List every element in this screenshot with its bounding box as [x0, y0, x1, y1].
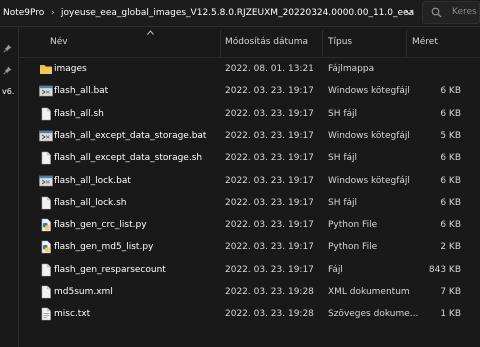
- file-modified-date: 2022. 08. 01. 13:21: [225, 64, 314, 74]
- file-size: 6 KB: [440, 175, 461, 186]
- file-icon: [39, 107, 53, 121]
- file-size: 843 KB: [428, 264, 461, 275]
- file-type: Szöveges dokume...: [328, 309, 419, 320]
- file-size: 6 KB: [440, 153, 461, 164]
- file-size: 5 KB: [440, 130, 461, 141]
- file-row[interactable]: flash_gen_resparsecount 2022. 03. 23. 19:…: [19, 259, 480, 281]
- file-name: md5sum.xml: [54, 287, 113, 297]
- sort-ascending-icon: [147, 30, 154, 35]
- search-input[interactable]: Keres: [422, 1, 480, 24]
- file-modified-date: 2022. 03. 23. 19:17: [225, 130, 314, 141]
- address-bar[interactable]: Note9Pro › joyeuse_eea_global_images_V12…: [0, 0, 480, 27]
- file-row[interactable]: flash_all.bat 2022. 03. 23. 19:17 Windows …: [19, 80, 480, 102]
- file-modified-date: 2022. 03. 23. 19:28: [225, 287, 314, 297]
- file-name: flash_all_lock.bat: [54, 175, 131, 186]
- file-modified-date: 2022. 03. 23. 19:17: [225, 264, 314, 275]
- file-modified-date: 2022. 03. 23. 19:17: [225, 220, 314, 231]
- file-type: Windows kötegfájl: [328, 175, 410, 186]
- column-separator[interactable]: [406, 30, 407, 57]
- file-row[interactable]: flash_all.sh 2022. 03. 23. 19:17 SH fájl 6 …: [19, 103, 480, 125]
- pin-icon: [3, 66, 12, 75]
- file-icon: [39, 263, 53, 277]
- batch-file-icon: [39, 129, 53, 143]
- file-type: SH fájl: [328, 108, 358, 119]
- pin-icon: [3, 44, 12, 53]
- file-name: images: [54, 64, 87, 74]
- file-row[interactable]: flash_gen_crc_list.py 2022. 03. 23. 19:17…: [19, 214, 480, 236]
- text-file-icon: [39, 307, 53, 321]
- file-row[interactable]: flash_all_lock.sh 2022. 03. 23. 19:17 SH f…: [19, 192, 480, 214]
- file-name: flash_all_except_data_storage.sh: [54, 153, 203, 164]
- file-type: Fájl: [328, 264, 343, 275]
- folder-icon: [39, 62, 53, 76]
- nav-item-label[interactable]: v6.: [2, 87, 14, 96]
- file-modified-date: 2022. 03. 23. 19:28: [225, 309, 314, 320]
- file-modified-date: 2022. 03. 23. 19:17: [225, 197, 314, 208]
- file-type: XML dokumentum: [328, 287, 410, 297]
- file-row[interactable]: misc.txt 2022. 03. 23. 19:28 Szöveges doku…: [19, 303, 480, 325]
- file-row[interactable]: flash_all_lock.bat 2022. 03. 23. 19:17 Win…: [19, 170, 480, 192]
- file-type: Python File: [328, 242, 378, 253]
- file-icon: [39, 151, 53, 165]
- navigation-pane[interactable]: v6.: [0, 27, 18, 347]
- file-modified-date: 2022. 03. 23. 19:17: [225, 242, 314, 253]
- file-type: Windows kötegfájl: [328, 86, 410, 97]
- breadcrumb-separator-icon: ›: [51, 8, 55, 18]
- file-type: Fájlmappa: [328, 64, 375, 74]
- file-type: Python File: [328, 220, 378, 231]
- file-row[interactable]: images 2022. 08. 01. 13:21 Fájlmappa: [19, 58, 480, 80]
- file-name: flash_gen_resparsecount: [54, 264, 166, 275]
- file-name: flash_gen_crc_list.py: [54, 220, 147, 231]
- file-icon: [39, 285, 53, 299]
- file-name: flash_all_except_data_storage.bat: [54, 130, 207, 141]
- column-separator[interactable]: [322, 30, 323, 57]
- file-modified-date: 2022. 03. 23. 19:17: [225, 175, 314, 186]
- file-icon: [39, 196, 53, 210]
- file-name: misc.txt: [54, 309, 91, 320]
- column-name[interactable]: Név: [50, 37, 68, 47]
- file-modified-date: 2022. 03. 23. 19:17: [225, 86, 314, 97]
- file-row[interactable]: flash_gen_md5_list.py 2022. 03. 23. 19:17…: [19, 236, 480, 258]
- file-size: 6 KB: [440, 86, 461, 97]
- file-name: flash_gen_md5_list.py: [54, 242, 154, 253]
- breadcrumb-item-note9pro[interactable]: Note9Pro: [3, 0, 44, 26]
- breadcrumb-item-current-folder[interactable]: joyeuse_eea_global_images_V12.5.8.0.RJZE…: [61, 0, 414, 26]
- python-file-icon: [39, 240, 53, 254]
- file-modified-date: 2022. 03. 23. 19:17: [225, 153, 314, 164]
- column-size[interactable]: Méret: [412, 37, 438, 47]
- file-size: 6 KB: [440, 197, 461, 208]
- file-size: [411, 58, 461, 80]
- file-row[interactable]: flash_all_except_data_storage.bat 2022. 0…: [19, 125, 480, 147]
- batch-file-icon: [39, 174, 53, 188]
- file-type: Windows kötegfájl: [328, 130, 410, 141]
- search-placeholder: Keres: [452, 7, 477, 17]
- file-size: 1 KB: [440, 309, 461, 320]
- search-icon: [431, 7, 442, 18]
- file-row[interactable]: md5sum.xml 2022. 03. 23. 19:28 XML dokumen…: [19, 281, 480, 303]
- file-row[interactable]: flash_all_except_data_storage.sh 2022. 03…: [19, 147, 480, 169]
- python-file-icon: [39, 218, 53, 232]
- file-size: 7 KB: [440, 287, 461, 297]
- file-modified-date: 2022. 03. 23. 19:17: [225, 108, 314, 119]
- column-type[interactable]: Típus: [328, 37, 352, 47]
- file-type: SH fájl: [328, 197, 358, 208]
- file-size: 2 KB: [440, 242, 461, 253]
- file-name: flash_all.bat: [54, 86, 109, 97]
- file-type: SH fájl: [328, 153, 358, 164]
- chevron-down-icon[interactable]: [402, 5, 416, 19]
- file-name: flash_all_lock.sh: [54, 197, 127, 208]
- column-header: Név Módosítás dátuma Típus Méret: [19, 27, 480, 58]
- file-size: 6 KB: [440, 220, 461, 231]
- column-date[interactable]: Módosítás dátuma: [225, 37, 308, 47]
- file-name: flash_all.sh: [54, 108, 104, 119]
- file-size: 6 KB: [440, 108, 461, 119]
- column-separator[interactable]: [220, 30, 221, 57]
- batch-file-icon: [39, 84, 53, 98]
